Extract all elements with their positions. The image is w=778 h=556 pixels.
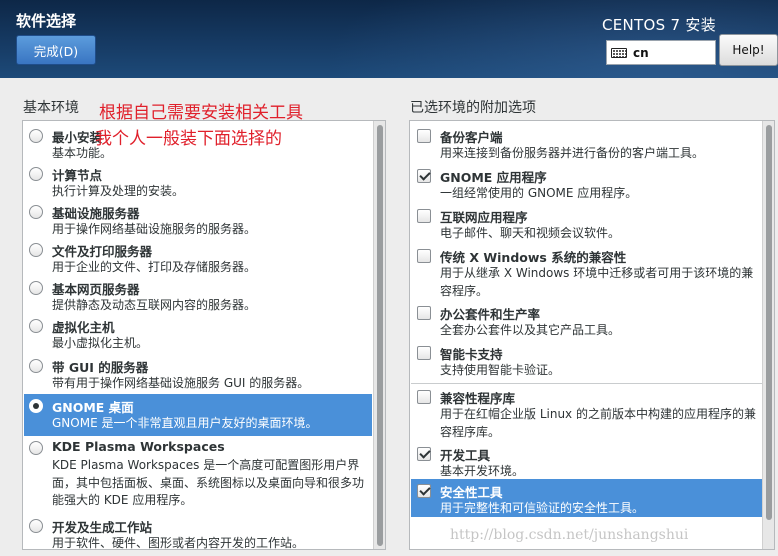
env-item-desc: 用于软件、硬件、图形或者内容开发的工作站。 xyxy=(52,536,305,550)
addon-item-name: GNOME 应用程序 xyxy=(440,170,547,185)
env-item-infrastructure-server[interactable]: 基础设施服务器 用于操作网络基础设施服务的服务器。 xyxy=(24,200,372,238)
env-scrollbar-thumb[interactable] xyxy=(377,125,383,546)
addon-item-name: 备份客户端 xyxy=(440,130,503,145)
addon-item-legacy-x11[interactable]: 传统 X Windows 系统的兼容性 用于从继承 X Windows 环境中迁… xyxy=(411,244,762,301)
env-item-name: 基础设施服务器 xyxy=(52,206,140,221)
addon-scrollbar-thumb[interactable] xyxy=(766,125,772,520)
addon-item-name: 办公套件和生产率 xyxy=(440,307,541,322)
addon-item-desc: 支持使用智能卡验证。 xyxy=(440,363,561,377)
env-item-file-print-server[interactable]: 文件及打印服务器 用于企业的文件、打印及存储服务器。 xyxy=(24,238,372,276)
addon-item-desc: 用于完整性和可信验证的安全性工具。 xyxy=(440,501,645,515)
env-item-desc: 带有用于操作网络基础设施服务 GUI 的服务器。 xyxy=(52,376,310,390)
checkbox[interactable] xyxy=(417,249,431,263)
env-item-name: 虚拟化主机 xyxy=(52,320,115,335)
addon-item-smart-card[interactable]: 智能卡支持 支持使用智能卡验证。 xyxy=(411,341,762,381)
env-item-dev-workstation[interactable]: 开发及生成工作站 用于软件、硬件、图形或者内容开发的工作站。 xyxy=(24,514,372,550)
addon-item-desc: 用于在红帽企业版 Linux 的之前版本中构建的应用程序的兼容程序库。 xyxy=(440,407,756,439)
radio-button[interactable] xyxy=(29,519,43,533)
addon-item-desc: 用于从继承 X Windows 环境中迁移或者可用于该环境的兼容程序。 xyxy=(440,266,754,298)
radio-button[interactable] xyxy=(29,359,43,373)
env-item-desc: 执行计算及处理的安装。 xyxy=(52,184,185,198)
env-item-name: GNOME 桌面 xyxy=(52,400,134,415)
checkbox-checked[interactable] xyxy=(417,484,431,498)
done-button[interactable]: 完成(D) xyxy=(16,35,96,65)
environment-list: 最小安装 基本功能。 计算节点 执行计算及处理的安装。 基础设施服务器 用于操作… xyxy=(22,120,386,550)
env-item-name: 计算节点 xyxy=(52,168,103,183)
checkbox[interactable] xyxy=(417,209,431,223)
addon-item-security-tools[interactable]: 安全性工具 用于完整性和可信验证的安全性工具。 xyxy=(411,479,762,517)
addon-item-name: 兼容性程序库 xyxy=(440,391,516,406)
radio-button[interactable] xyxy=(29,129,43,143)
env-item-desc: 用于操作网络基础设施服务的服务器。 xyxy=(52,222,257,236)
env-item-name: 带 GUI 的服务器 xyxy=(52,360,149,375)
addon-item-compat-libs[interactable]: 兼容性程序库 用于在红帽企业版 Linux 的之前版本中构建的应用程序的兼容程序… xyxy=(411,385,762,442)
checkbox-checked[interactable] xyxy=(417,447,431,461)
product-title: CENTOS 7 安装 xyxy=(601,16,716,34)
addon-item-name: 传统 X Windows 系统的兼容性 xyxy=(440,250,627,265)
addon-item-office-suite[interactable]: 办公套件和生产率 全套办公套件以及其它产品工具。 xyxy=(411,301,762,341)
addon-item-desc: 用来连接到备份服务器并进行备份的客户端工具。 xyxy=(440,146,705,160)
watermark: http://blog.csdn.net/junshangshui xyxy=(450,527,689,543)
env-item-virtualization-host[interactable]: 虚拟化主机 最小虚拟化主机。 xyxy=(24,314,372,352)
addon-item-name: 开发工具 xyxy=(440,448,491,463)
addon-item-desc: 全套办公套件以及其它产品工具。 xyxy=(440,323,621,337)
env-item-compute-node[interactable]: 计算节点 执行计算及处理的安装。 xyxy=(24,162,372,200)
env-item-gnome-desktop[interactable]: GNOME 桌面 GNOME 是一个非常直观且用户友好的桌面环境。 xyxy=(24,394,372,436)
env-item-name: 基本网页服务器 xyxy=(52,282,140,297)
checkbox[interactable] xyxy=(417,129,431,143)
radio-button-selected[interactable] xyxy=(29,399,43,413)
addon-scrollbar[interactable] xyxy=(762,121,774,549)
page-title: 软件选择 xyxy=(16,12,77,30)
env-item-desc: GNOME 是一个非常直观且用户友好的桌面环境。 xyxy=(52,416,318,430)
annotation-text-1: 根据自己需要安装相关工具 xyxy=(99,103,303,123)
addon-item-name: 安全性工具 xyxy=(440,485,503,500)
addon-item-desc: 一组经常使用的 GNOME 应用程序。 xyxy=(440,186,638,200)
annotation-text-2: 我个人一般装下面选择的 xyxy=(95,129,282,149)
env-scrollbar[interactable] xyxy=(373,121,385,549)
env-item-desc: KDE Plasma Workspaces 是一个高度可配置图形用户界面，其中包… xyxy=(52,458,365,507)
addon-item-desc: 电子邮件、聊天和视频会议软件。 xyxy=(440,226,621,240)
separator xyxy=(411,383,762,384)
env-item-server-with-gui[interactable]: 带 GUI 的服务器 带有用于操作网络基础设施服务 GUI 的服务器。 xyxy=(24,354,372,392)
radio-button[interactable] xyxy=(29,243,43,257)
env-item-kde-plasma[interactable]: KDE Plasma Workspaces KDE Plasma Workspa… xyxy=(24,436,372,516)
keyboard-layout-indicator[interactable]: cn xyxy=(606,40,716,65)
env-item-name: KDE Plasma Workspaces xyxy=(52,439,225,454)
addon-item-desc: 基本开发环境。 xyxy=(440,464,525,478)
base-environment-title: 基本环境 xyxy=(23,100,79,116)
header-bar: 软件选择 完成(D) CENTOS 7 安装 cn Help! xyxy=(0,0,778,78)
env-item-desc: 用于企业的文件、打印及存储服务器。 xyxy=(52,260,257,274)
keyboard-layout-label: cn xyxy=(633,45,649,60)
addon-item-backup-client[interactable]: 备份客户端 用来连接到备份服务器并进行备份的客户端工具。 xyxy=(411,124,762,164)
help-button[interactable]: Help! xyxy=(719,34,778,66)
radio-button[interactable] xyxy=(29,205,43,219)
env-item-name: 文件及打印服务器 xyxy=(52,244,153,259)
keyboard-icon xyxy=(611,47,627,58)
radio-button[interactable] xyxy=(29,281,43,295)
env-item-desc: 最小虚拟化主机。 xyxy=(52,336,149,350)
radio-button[interactable] xyxy=(29,167,43,181)
radio-button[interactable] xyxy=(29,319,43,333)
env-item-name: 开发及生成工作站 xyxy=(52,520,153,535)
env-item-web-server[interactable]: 基本网页服务器 提供静态及动态互联网内容的服务器。 xyxy=(24,276,372,314)
radio-button[interactable] xyxy=(29,441,43,455)
env-item-desc: 提供静态及动态互联网内容的服务器。 xyxy=(52,298,257,312)
addon-item-name: 智能卡支持 xyxy=(440,347,503,362)
addon-item-internet-apps[interactable]: 互联网应用程序 电子邮件、聊天和视频会议软件。 xyxy=(411,204,762,244)
checkbox[interactable] xyxy=(417,346,431,360)
addon-item-gnome-apps[interactable]: GNOME 应用程序 一组经常使用的 GNOME 应用程序。 xyxy=(411,164,762,204)
checkbox[interactable] xyxy=(417,390,431,404)
addon-item-dev-tools[interactable]: 开发工具 基本开发环境。 xyxy=(411,442,762,480)
checkbox-checked[interactable] xyxy=(417,169,431,183)
addon-item-name: 互联网应用程序 xyxy=(440,210,528,225)
addons-title: 已选环境的附加选项 xyxy=(410,100,536,116)
checkbox[interactable] xyxy=(417,306,431,320)
addon-list: 备份客户端 用来连接到备份服务器并进行备份的客户端工具。 GNOME 应用程序 … xyxy=(409,120,775,550)
